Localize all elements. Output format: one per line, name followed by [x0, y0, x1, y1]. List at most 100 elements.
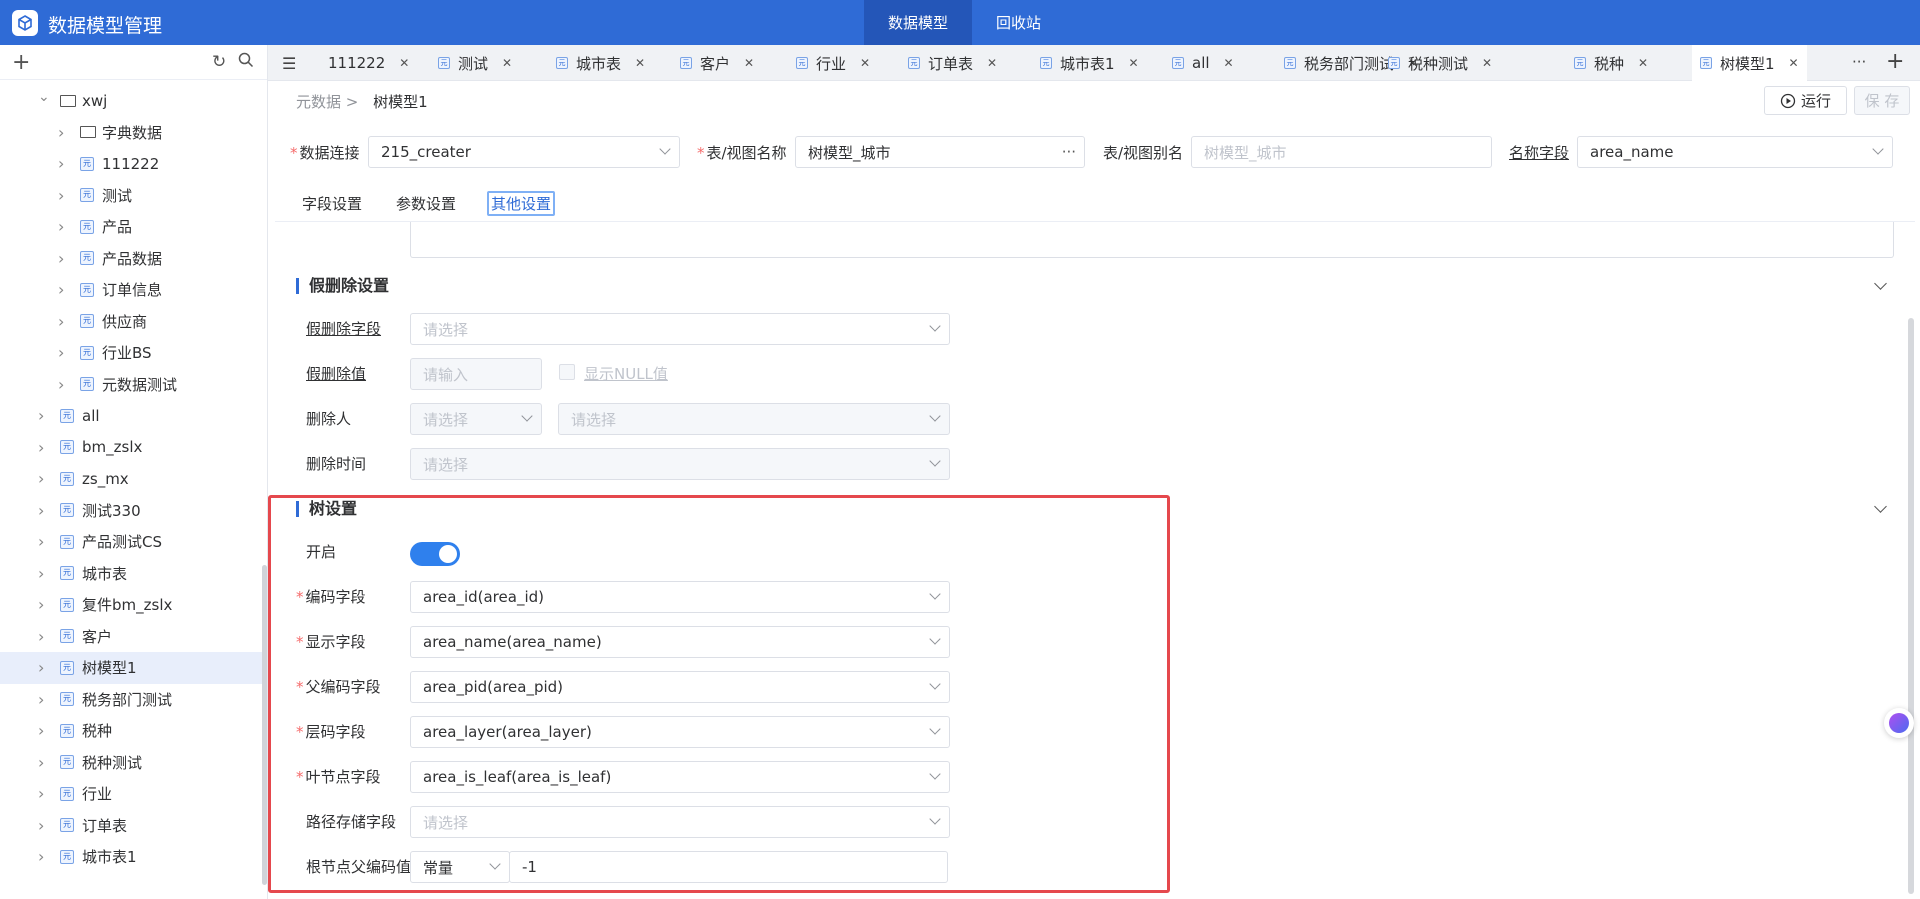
- tree-node[interactable]: › 元供应商: [0, 306, 262, 338]
- soft-delete-value-input[interactable]: 请输入: [410, 358, 542, 390]
- tree-node[interactable]: › 元行业: [0, 778, 262, 810]
- tab-other-settings[interactable]: 其他设置: [487, 191, 556, 216]
- connection-select[interactable]: 215_creater: [368, 136, 680, 168]
- tab-param-settings[interactable]: 参数设置: [396, 193, 456, 214]
- tab-item[interactable]: 元行业 ✕: [788, 45, 878, 81]
- chevron-right-icon[interactable]: ›: [38, 627, 48, 646]
- chevron-right-icon[interactable]: ›: [38, 690, 48, 709]
- sidebar-scrollbar[interactable]: [262, 565, 267, 885]
- code-field-select[interactable]: area_id(area_id): [410, 581, 950, 613]
- soft-delete-field-select[interactable]: 请选择: [410, 313, 950, 345]
- close-icon[interactable]: ✕: [1482, 56, 1492, 70]
- tree-node[interactable]: › 元测试330: [0, 495, 262, 527]
- chevron-right-icon[interactable]: ›: [38, 532, 48, 551]
- remarks-textarea[interactable]: [410, 222, 1894, 258]
- root-parent-type-select[interactable]: 常量: [410, 851, 510, 883]
- more-icon[interactable]: ···: [1062, 143, 1076, 161]
- tab-add-icon[interactable]: +: [1886, 49, 1904, 74]
- table-name-input[interactable]: 树模型_城市 ···: [795, 136, 1085, 168]
- close-icon[interactable]: ✕: [987, 56, 997, 70]
- chevron-right-icon[interactable]: ›: [58, 343, 68, 362]
- close-icon[interactable]: ✕: [1224, 56, 1234, 70]
- tab-item[interactable]: 元城市表 ✕: [548, 45, 653, 81]
- topnav-recycle-bin[interactable]: 回收站: [972, 0, 1065, 45]
- tree-node[interactable]: › 元客户: [0, 621, 262, 653]
- tab-item[interactable]: 111222 ✕: [320, 45, 417, 81]
- tree-enable-toggle[interactable]: [410, 542, 460, 566]
- chevron-right-icon[interactable]: ›: [38, 469, 48, 488]
- tree-node[interactable]: › 元税种测试: [0, 747, 262, 779]
- close-icon[interactable]: ✕: [502, 56, 512, 70]
- chevron-right-icon[interactable]: ›: [38, 721, 48, 740]
- close-icon[interactable]: ✕: [860, 56, 870, 70]
- close-icon[interactable]: ✕: [1638, 56, 1648, 70]
- display-field-select[interactable]: area_name(area_name): [410, 626, 950, 658]
- tab-item[interactable]: 元 all ✕: [1164, 45, 1242, 81]
- name-field-select[interactable]: area_name: [1577, 136, 1893, 168]
- run-button[interactable]: 运行: [1764, 86, 1847, 115]
- chevron-right-icon[interactable]: ›: [58, 217, 68, 236]
- tree-node[interactable]: › 元复件bm_zslx: [0, 589, 262, 621]
- tree-node[interactable]: ⌄ xwj: [0, 85, 262, 117]
- main-scrollbar[interactable]: [1908, 318, 1914, 894]
- leaf-field-select[interactable]: area_is_leaf(area_is_leaf): [410, 761, 950, 793]
- chevron-right-icon[interactable]: ›: [38, 816, 48, 835]
- chevron-right-icon[interactable]: ›: [38, 595, 48, 614]
- tree-node[interactable]: › 元产品数据: [0, 243, 262, 275]
- chevron-right-icon[interactable]: ›: [58, 280, 68, 299]
- chevron-right-icon[interactable]: ›: [38, 753, 48, 772]
- chevron-right-icon[interactable]: ›: [58, 375, 68, 394]
- chevron-right-icon[interactable]: ›: [38, 564, 48, 583]
- tree-node[interactable]: › 元税务部门测试: [0, 684, 262, 716]
- tree-node[interactable]: › 元城市表: [0, 558, 262, 590]
- close-icon[interactable]: ✕: [399, 56, 409, 70]
- chevron-right-icon[interactable]: ›: [38, 501, 48, 520]
- close-icon[interactable]: ✕: [1129, 56, 1139, 70]
- delete-time-select[interactable]: 请选择: [410, 448, 950, 480]
- add-icon[interactable]: +: [12, 50, 30, 75]
- layer-field-select[interactable]: area_layer(area_layer): [410, 716, 950, 748]
- save-button[interactable]: 保 存: [1854, 86, 1910, 115]
- show-null-checkbox[interactable]: [559, 364, 575, 380]
- deleter-field-select[interactable]: 请选择: [558, 403, 950, 435]
- tab-item[interactable]: 元订单表 ✕: [900, 45, 1005, 81]
- tab-item[interactable]: 元城市表1 ✕: [1032, 45, 1147, 81]
- tree-node[interactable]: › 元 bm_zslx: [0, 432, 262, 464]
- tab-item[interactable]: 元测试 ✕: [430, 45, 520, 81]
- chevron-down-icon[interactable]: ⌄: [38, 89, 50, 105]
- tab-item[interactable]: 元树模型1 ✕: [1692, 45, 1807, 81]
- topnav-data-model[interactable]: 数据模型: [864, 0, 973, 45]
- path-field-select[interactable]: 请选择: [410, 806, 950, 838]
- chevron-right-icon[interactable]: ›: [38, 406, 48, 425]
- tree-node[interactable]: › 元产品测试CS: [0, 526, 262, 558]
- tree-node[interactable]: › 元元数据测试: [0, 369, 262, 401]
- tree-node[interactable]: › 元城市表1: [0, 841, 262, 873]
- tab-field-settings[interactable]: 字段设置: [302, 193, 362, 214]
- tab-item[interactable]: 元税种测试 ✕: [1380, 45, 1500, 81]
- tree-node[interactable]: › 元测试: [0, 180, 262, 212]
- breadcrumb-parent[interactable]: 元数据: [296, 93, 341, 111]
- chevron-right-icon[interactable]: ›: [58, 312, 68, 331]
- chevron-right-icon[interactable]: ›: [38, 784, 48, 803]
- tree-node[interactable]: › 元订单表: [0, 810, 262, 842]
- tree-node[interactable]: › 元 all: [0, 400, 262, 432]
- chevron-right-icon[interactable]: ›: [38, 658, 48, 677]
- close-icon[interactable]: ✕: [635, 56, 645, 70]
- tabs-more-icon[interactable]: ···: [1852, 53, 1866, 71]
- chevron-right-icon[interactable]: ›: [38, 847, 48, 866]
- tab-item[interactable]: 元税种 ✕: [1566, 45, 1656, 81]
- alias-input[interactable]: 树模型_城市: [1191, 136, 1492, 168]
- chevron-right-icon[interactable]: ›: [38, 438, 48, 457]
- search-icon[interactable]: [238, 52, 254, 72]
- root-parent-value-input[interactable]: -1: [509, 851, 948, 883]
- chevron-right-icon[interactable]: ›: [58, 249, 68, 268]
- tree-node[interactable]: › 字典数据: [0, 117, 262, 149]
- deleter-type-select[interactable]: 请选择: [410, 403, 542, 435]
- refresh-icon[interactable]: ↻: [212, 52, 226, 72]
- parent-code-field-select[interactable]: area_pid(area_pid): [410, 671, 950, 703]
- close-icon[interactable]: ✕: [744, 56, 754, 70]
- tree-node[interactable]: › 元行业BS: [0, 337, 262, 369]
- menu-collapse-icon[interactable]: ☰: [282, 54, 296, 73]
- close-icon[interactable]: ✕: [1789, 56, 1799, 70]
- tree-node[interactable]: › 元订单信息: [0, 274, 262, 306]
